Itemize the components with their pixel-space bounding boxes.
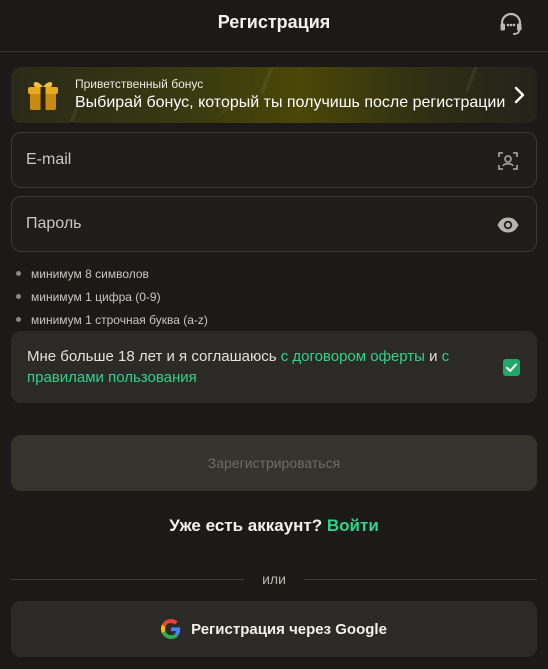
- eye-icon[interactable]: [496, 213, 520, 237]
- gift-icon: [28, 82, 58, 110]
- password-input[interactable]: [26, 197, 476, 251]
- agreement-text-and: и: [424, 348, 442, 365]
- agreement-checkbox[interactable]: [503, 359, 520, 376]
- password-rule-text: минимум 1 цифра (0-9): [31, 289, 161, 304]
- agreement-text-before: Мне больше 18 лет и я соглашаюсь: [27, 348, 281, 365]
- password-rule: минимум 1 цифра (0-9): [16, 285, 208, 308]
- agreement-text: Мне больше 18 лет и я соглашаюсь с догов…: [27, 346, 487, 388]
- headset-icon[interactable]: [498, 11, 524, 37]
- password-rule-text: минимум 1 строчная буква (a-z): [31, 312, 208, 327]
- divider-right: [304, 579, 537, 580]
- contact-scan-icon: [498, 152, 518, 170]
- email-field[interactable]: [11, 132, 537, 188]
- google-icon: [161, 619, 181, 639]
- welcome-bonus-banner[interactable]: / ⚡ / / Приветственный бонус Выбирай бон…: [11, 67, 537, 123]
- login-question: Уже есть аккаунт?: [169, 516, 323, 535]
- offer-contract-link[interactable]: с договором оферты: [281, 348, 425, 365]
- password-rule: минимум 1 строчная буква (a-z): [16, 308, 208, 331]
- age-terms-agreement: Мне больше 18 лет и я соглашаюсь с догов…: [11, 331, 537, 403]
- bullet-icon: [16, 294, 21, 299]
- password-rule: минимум 8 символов: [16, 262, 208, 285]
- bullet-icon: [16, 317, 21, 322]
- google-register-label: Регистрация через Google: [191, 620, 387, 638]
- bonus-subtitle: Приветственный бонус: [75, 77, 204, 91]
- chevron-right-icon[interactable]: [511, 85, 527, 105]
- page-title: Регистрация: [217, 12, 331, 32]
- login-prompt: Уже есть аккаунт? Войти: [0, 516, 548, 536]
- login-link[interactable]: Войти: [327, 516, 379, 535]
- password-rules: минимум 8 символов минимум 1 цифра (0-9)…: [16, 262, 208, 331]
- password-rule-text: минимум 8 символов: [31, 266, 149, 281]
- header: Регистрация: [0, 0, 548, 52]
- google-register-button[interactable]: Регистрация через Google: [11, 601, 537, 657]
- checkmark-icon: [506, 363, 517, 372]
- password-field[interactable]: [11, 196, 537, 252]
- bullet-icon: [16, 271, 21, 276]
- register-button[interactable]: Зарегистрироваться: [11, 435, 537, 491]
- email-input[interactable]: [26, 133, 476, 187]
- bonus-text: Выбирай бонус, который ты получишь после…: [75, 94, 506, 111]
